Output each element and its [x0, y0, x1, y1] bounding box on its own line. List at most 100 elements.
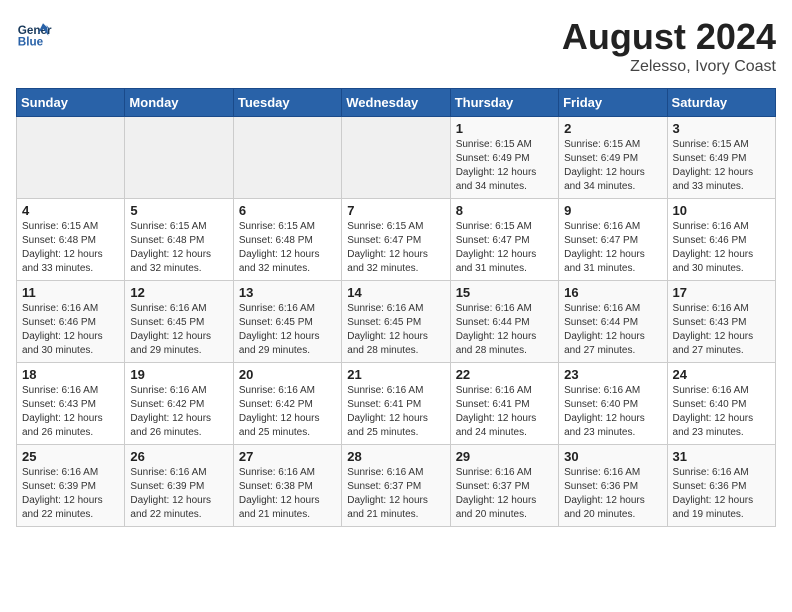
day-cell: 11 Sunrise: 6:16 AMSunset: 6:46 PMDaylig… — [17, 281, 125, 363]
day-cell: 19 Sunrise: 6:16 AMSunset: 6:42 PMDaylig… — [125, 363, 233, 445]
day-info: Sunrise: 6:15 AMSunset: 6:49 PMDaylight:… — [673, 138, 770, 194]
day-info: Sunrise: 6:16 AMSunset: 6:46 PMDaylight:… — [22, 302, 119, 358]
day-cell: 16 Sunrise: 6:16 AMSunset: 6:44 PMDaylig… — [559, 281, 667, 363]
week-row-2: 4 Sunrise: 6:15 AMSunset: 6:48 PMDayligh… — [17, 199, 776, 281]
day-info: Sunrise: 6:16 AMSunset: 6:37 PMDaylight:… — [347, 466, 444, 522]
header-friday: Friday — [559, 89, 667, 117]
day-number: 21 — [347, 367, 444, 382]
day-info: Sunrise: 6:15 AMSunset: 6:48 PMDaylight:… — [22, 220, 119, 276]
day-cell: 7 Sunrise: 6:15 AMSunset: 6:47 PMDayligh… — [342, 199, 450, 281]
day-cell: 17 Sunrise: 6:16 AMSunset: 6:43 PMDaylig… — [667, 281, 775, 363]
header-saturday: Saturday — [667, 89, 775, 117]
day-number: 20 — [239, 367, 336, 382]
day-cell — [125, 117, 233, 199]
day-cell: 29 Sunrise: 6:16 AMSunset: 6:37 PMDaylig… — [450, 445, 558, 527]
week-row-5: 25 Sunrise: 6:16 AMSunset: 6:39 PMDaylig… — [17, 445, 776, 527]
day-cell: 14 Sunrise: 6:16 AMSunset: 6:45 PMDaylig… — [342, 281, 450, 363]
day-info: Sunrise: 6:15 AMSunset: 6:49 PMDaylight:… — [564, 138, 661, 194]
svg-text:Blue: Blue — [18, 36, 44, 49]
day-cell: 25 Sunrise: 6:16 AMSunset: 6:39 PMDaylig… — [17, 445, 125, 527]
day-cell: 30 Sunrise: 6:16 AMSunset: 6:36 PMDaylig… — [559, 445, 667, 527]
week-row-4: 18 Sunrise: 6:16 AMSunset: 6:43 PMDaylig… — [17, 363, 776, 445]
day-number: 6 — [239, 203, 336, 218]
day-info: Sunrise: 6:16 AMSunset: 6:41 PMDaylight:… — [456, 384, 553, 440]
day-cell: 27 Sunrise: 6:16 AMSunset: 6:38 PMDaylig… — [233, 445, 341, 527]
day-cell: 1 Sunrise: 6:15 AMSunset: 6:49 PMDayligh… — [450, 117, 558, 199]
day-number: 2 — [564, 121, 661, 136]
header-tuesday: Tuesday — [233, 89, 341, 117]
day-number: 29 — [456, 449, 553, 464]
day-number: 3 — [673, 121, 770, 136]
day-info: Sunrise: 6:16 AMSunset: 6:36 PMDaylight:… — [564, 466, 661, 522]
day-info: Sunrise: 6:16 AMSunset: 6:45 PMDaylight:… — [239, 302, 336, 358]
day-cell — [17, 117, 125, 199]
day-number: 1 — [456, 121, 553, 136]
day-number: 15 — [456, 285, 553, 300]
calendar-subtitle: Zelesso, Ivory Coast — [562, 58, 776, 76]
header-sunday: Sunday — [17, 89, 125, 117]
logo: General Blue — [16, 16, 56, 52]
logo-icon: General Blue — [16, 16, 52, 52]
day-cell: 26 Sunrise: 6:16 AMSunset: 6:39 PMDaylig… — [125, 445, 233, 527]
calendar-title: August 2024 — [562, 16, 776, 58]
day-cell: 5 Sunrise: 6:15 AMSunset: 6:48 PMDayligh… — [125, 199, 233, 281]
day-info: Sunrise: 6:16 AMSunset: 6:47 PMDaylight:… — [564, 220, 661, 276]
day-info: Sunrise: 6:16 AMSunset: 6:43 PMDaylight:… — [673, 302, 770, 358]
day-number: 14 — [347, 285, 444, 300]
day-cell: 4 Sunrise: 6:15 AMSunset: 6:48 PMDayligh… — [17, 199, 125, 281]
day-info: Sunrise: 6:16 AMSunset: 6:38 PMDaylight:… — [239, 466, 336, 522]
day-number: 19 — [130, 367, 227, 382]
day-number: 12 — [130, 285, 227, 300]
day-number: 16 — [564, 285, 661, 300]
day-number: 11 — [22, 285, 119, 300]
week-row-3: 11 Sunrise: 6:16 AMSunset: 6:46 PMDaylig… — [17, 281, 776, 363]
day-info: Sunrise: 6:16 AMSunset: 6:42 PMDaylight:… — [130, 384, 227, 440]
day-info: Sunrise: 6:15 AMSunset: 6:48 PMDaylight:… — [130, 220, 227, 276]
day-number: 18 — [22, 367, 119, 382]
header-row: Sunday Monday Tuesday Wednesday Thursday… — [17, 89, 776, 117]
calendar-table: Sunday Monday Tuesday Wednesday Thursday… — [16, 88, 776, 527]
day-number: 25 — [22, 449, 119, 464]
day-cell: 20 Sunrise: 6:16 AMSunset: 6:42 PMDaylig… — [233, 363, 341, 445]
day-number: 8 — [456, 203, 553, 218]
day-number: 28 — [347, 449, 444, 464]
day-info: Sunrise: 6:16 AMSunset: 6:39 PMDaylight:… — [130, 466, 227, 522]
day-info: Sunrise: 6:16 AMSunset: 6:43 PMDaylight:… — [22, 384, 119, 440]
title-block: August 2024 Zelesso, Ivory Coast — [562, 16, 776, 76]
week-row-1: 1 Sunrise: 6:15 AMSunset: 6:49 PMDayligh… — [17, 117, 776, 199]
day-cell: 6 Sunrise: 6:15 AMSunset: 6:48 PMDayligh… — [233, 199, 341, 281]
day-number: 22 — [456, 367, 553, 382]
day-info: Sunrise: 6:16 AMSunset: 6:41 PMDaylight:… — [347, 384, 444, 440]
header-thursday: Thursday — [450, 89, 558, 117]
day-info: Sunrise: 6:15 AMSunset: 6:47 PMDaylight:… — [347, 220, 444, 276]
day-info: Sunrise: 6:16 AMSunset: 6:45 PMDaylight:… — [347, 302, 444, 358]
day-number: 9 — [564, 203, 661, 218]
day-number: 24 — [673, 367, 770, 382]
day-number: 10 — [673, 203, 770, 218]
day-info: Sunrise: 6:15 AMSunset: 6:48 PMDaylight:… — [239, 220, 336, 276]
day-number: 26 — [130, 449, 227, 464]
day-cell: 23 Sunrise: 6:16 AMSunset: 6:40 PMDaylig… — [559, 363, 667, 445]
day-cell — [233, 117, 341, 199]
day-cell: 13 Sunrise: 6:16 AMSunset: 6:45 PMDaylig… — [233, 281, 341, 363]
day-number: 17 — [673, 285, 770, 300]
day-cell: 22 Sunrise: 6:16 AMSunset: 6:41 PMDaylig… — [450, 363, 558, 445]
day-info: Sunrise: 6:16 AMSunset: 6:36 PMDaylight:… — [673, 466, 770, 522]
day-number: 13 — [239, 285, 336, 300]
day-info: Sunrise: 6:16 AMSunset: 6:46 PMDaylight:… — [673, 220, 770, 276]
day-cell: 10 Sunrise: 6:16 AMSunset: 6:46 PMDaylig… — [667, 199, 775, 281]
day-info: Sunrise: 6:16 AMSunset: 6:42 PMDaylight:… — [239, 384, 336, 440]
day-number: 7 — [347, 203, 444, 218]
day-cell: 15 Sunrise: 6:16 AMSunset: 6:44 PMDaylig… — [450, 281, 558, 363]
day-cell: 18 Sunrise: 6:16 AMSunset: 6:43 PMDaylig… — [17, 363, 125, 445]
day-number: 23 — [564, 367, 661, 382]
day-info: Sunrise: 6:16 AMSunset: 6:40 PMDaylight:… — [673, 384, 770, 440]
day-info: Sunrise: 6:16 AMSunset: 6:45 PMDaylight:… — [130, 302, 227, 358]
day-info: Sunrise: 6:16 AMSunset: 6:44 PMDaylight:… — [456, 302, 553, 358]
day-info: Sunrise: 6:16 AMSunset: 6:39 PMDaylight:… — [22, 466, 119, 522]
day-info: Sunrise: 6:15 AMSunset: 6:47 PMDaylight:… — [456, 220, 553, 276]
calendar-header: Sunday Monday Tuesday Wednesday Thursday… — [17, 89, 776, 117]
day-cell: 24 Sunrise: 6:16 AMSunset: 6:40 PMDaylig… — [667, 363, 775, 445]
day-cell: 21 Sunrise: 6:16 AMSunset: 6:41 PMDaylig… — [342, 363, 450, 445]
day-info: Sunrise: 6:16 AMSunset: 6:44 PMDaylight:… — [564, 302, 661, 358]
